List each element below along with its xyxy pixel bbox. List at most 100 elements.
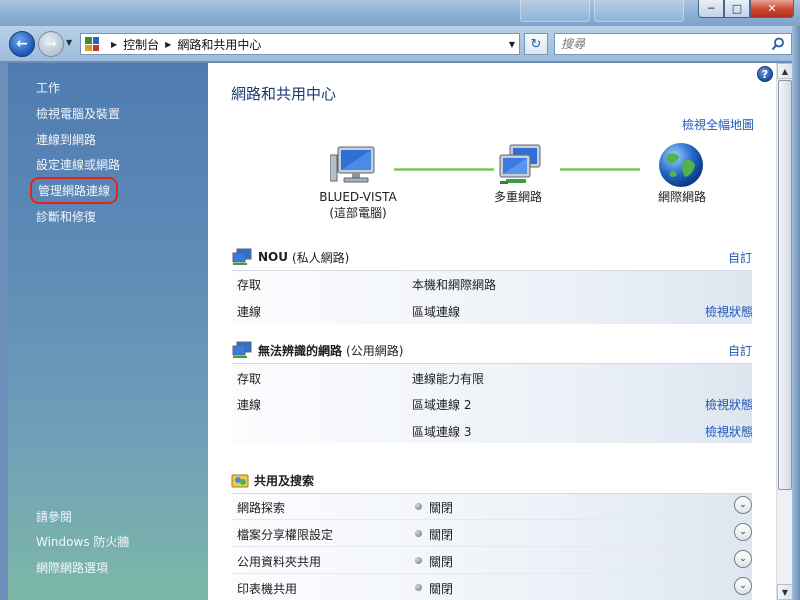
task-manage-connections[interactable]: 管理網路連線 [30, 177, 119, 204]
this-computer-node[interactable]: BLUED-VISTA (這部電腦) [304, 189, 412, 221]
address-dropdown-icon[interactable]: ▼ [509, 40, 515, 49]
access-value: 連線能力有限 [412, 372, 485, 386]
breadcrumb-control-panel[interactable]: 控制台 [123, 36, 159, 53]
network-unidentified-header: 無法辨識的網路 (公用網路) [231, 341, 403, 359]
sharing-heading: 共用及搜索 [254, 473, 315, 488]
sharing-row-status: 關閉 [429, 555, 454, 569]
close-button[interactable]: ✕ [750, 0, 794, 18]
expand-chevron-icon[interactable]: ⌄ [734, 550, 752, 568]
forward-arrow-icon: → [45, 36, 57, 52]
network-name: NOU [258, 250, 288, 264]
search-icon[interactable] [771, 37, 785, 51]
network-type: (私人網路) [292, 250, 350, 265]
internet-globe-icon [659, 143, 703, 187]
network-name: 無法辨識的網路 [258, 343, 343, 358]
connection-value[interactable]: 區域連線 2 [412, 396, 471, 413]
connection-line [394, 168, 494, 171]
sharing-row-status: 關閉 [429, 501, 454, 515]
minimize-button[interactable]: ─ [698, 0, 724, 18]
background-window-ghost [594, 0, 684, 22]
connection-value[interactable]: 區域連線 [412, 303, 460, 320]
sharing-row-label: 網路探索 [237, 501, 286, 515]
row-divider [232, 519, 752, 520]
status-off-icon [415, 584, 422, 591]
sharing-row-label: 檔案分享權限設定 [237, 528, 334, 542]
link-windows-firewall[interactable]: Windows 防火牆 [36, 533, 129, 550]
row-divider [232, 573, 752, 574]
sharing-row-label: 公用資料夾共用 [237, 555, 322, 569]
back-button[interactable]: ← [9, 31, 35, 57]
sharing-icon [231, 474, 249, 488]
multiple-networks-node[interactable]: 多重網路 [478, 189, 558, 205]
customize-link[interactable]: 自訂 [728, 249, 752, 266]
maximize-button[interactable]: □ [724, 0, 750, 18]
access-label: 存取 [237, 372, 262, 386]
breadcrumb-arrow-icon[interactable]: ▶ [165, 40, 171, 49]
search-box[interactable] [554, 33, 792, 55]
sharing-row-status: 關閉 [429, 528, 454, 542]
multiple-networks-label: 多重網路 [493, 190, 542, 204]
control-panel-icon [85, 37, 99, 51]
back-arrow-icon: ← [16, 36, 28, 52]
sharing-row-label: 印表機共用 [237, 582, 298, 596]
view-status-link[interactable]: 檢視狀態 [705, 396, 753, 413]
sharing-header: 共用及搜索 [231, 471, 314, 489]
connection-value[interactable]: 區域連線 3 [412, 423, 471, 440]
private-network-icon [232, 248, 252, 265]
network-type: (公用網路) [346, 343, 404, 358]
connection-label: 連線 [237, 305, 262, 319]
internet-label: 網際網路 [657, 190, 706, 204]
task-view-computers[interactable]: 檢視電腦及裝置 [36, 105, 120, 122]
task-diagnose-repair[interactable]: 診斷和修復 [36, 208, 96, 225]
view-status-link[interactable]: 檢視狀態 [705, 303, 753, 320]
task-connect-network[interactable]: 連線到網路 [36, 131, 96, 148]
expand-chevron-icon[interactable]: ⌄ [734, 523, 752, 541]
expand-chevron-icon[interactable]: ⌄ [734, 496, 752, 514]
customize-link[interactable]: 自訂 [728, 342, 752, 359]
expand-chevron-icon[interactable]: ⌄ [734, 577, 752, 595]
network-unidentified-details [232, 363, 752, 443]
refresh-button[interactable]: ↻ [524, 33, 548, 55]
refresh-icon: ↻ [530, 36, 542, 52]
computer-name: BLUED-VISTA [319, 190, 397, 204]
public-network-icon [232, 341, 252, 358]
status-off-icon [415, 530, 422, 537]
tasks-heading: 工作 [36, 81, 61, 95]
background-window-ghost [520, 0, 590, 22]
computer-monitor-icon [330, 146, 375, 183]
scroll-down-icon[interactable]: ▼ [777, 584, 793, 600]
connection-label: 連線 [237, 398, 262, 412]
access-value: 本機和網際網路 [412, 278, 497, 292]
address-bar[interactable]: ▶ 控制台 ▶ 網路和共用中心 ▼ [80, 33, 520, 55]
view-status-link[interactable]: 檢視狀態 [705, 423, 753, 440]
title-bar: ─ □ ✕ [0, 0, 800, 26]
help-icon[interactable]: ? [757, 66, 773, 82]
page-title: 網路和共用中心 [231, 85, 337, 103]
vertical-scrollbar[interactable]: ▲ ▼ [776, 63, 793, 600]
scroll-thumb[interactable] [778, 80, 792, 490]
row-divider [232, 546, 752, 547]
sharing-row-status: 關閉 [429, 582, 454, 596]
breadcrumb-arrow-icon[interactable]: ▶ [111, 40, 117, 49]
see-also-heading: 請參閱 [36, 510, 73, 524]
search-input[interactable] [561, 37, 761, 51]
breadcrumb-network-center[interactable]: 網路和共用中心 [177, 36, 261, 53]
view-full-map-link[interactable]: 檢視全幅地圖 [682, 116, 754, 133]
multiple-networks-icon [499, 144, 541, 184]
status-off-icon [415, 557, 422, 564]
task-setup-connection[interactable]: 設定連線或網路 [36, 156, 120, 173]
recent-pages-dropdown-icon[interactable]: ▼ [66, 38, 72, 47]
main-content: ? 網路和共用中心 檢視全幅地圖 BLUED-VISTA (這部電腦) 多重網路… [208, 63, 776, 600]
link-internet-options[interactable]: 網際網路選項 [36, 559, 108, 576]
forward-button[interactable]: → [38, 31, 64, 57]
computer-subtitle: (這部電腦) [329, 206, 387, 220]
scroll-up-icon[interactable]: ▲ [777, 63, 793, 79]
status-off-icon [415, 503, 422, 510]
internet-node[interactable]: 網際網路 [642, 189, 722, 205]
task-pane: 工作 檢視電腦及裝置 連線到網路 設定連線或網路 管理網路連線 診斷和修復 請參… [8, 63, 208, 600]
window-frame [792, 26, 800, 600]
network-nou-header: NOU (私人網路) [231, 248, 349, 266]
window-controls: ─ □ ✕ [698, 0, 794, 18]
access-label: 存取 [237, 278, 262, 292]
connection-line [560, 168, 640, 171]
